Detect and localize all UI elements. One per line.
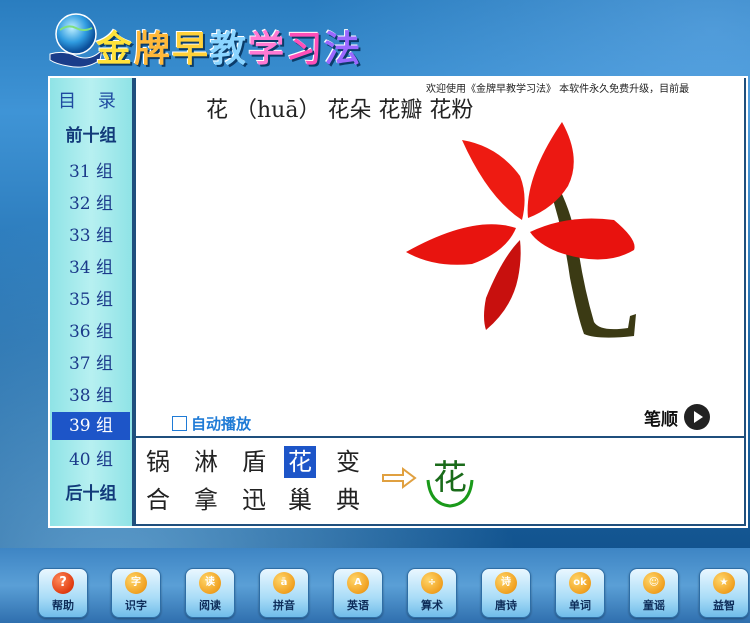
char-item[interactable]: 淋 <box>190 446 222 478</box>
title-char: 教 <box>210 29 249 70</box>
sidebar-item-group-35[interactable]: 35 组 <box>52 286 130 314</box>
arithmetic-label: 算术 <box>421 599 443 612</box>
char-item[interactable]: 巢 <box>284 484 316 516</box>
help-label: 帮助 <box>52 599 74 612</box>
reading-button[interactable]: 读 阅读 <box>185 568 235 618</box>
tang-poems-label: 唐诗 <box>495 599 517 612</box>
puzzle-button[interactable]: ★ 益智 <box>699 568 749 618</box>
sidebar-item-group-39[interactable]: 39 组 <box>52 412 130 440</box>
puzzle-icon: ★ <box>713 572 735 594</box>
char-item-selected[interactable]: 花 <box>284 446 316 478</box>
prev-group-button[interactable]: 前十组 <box>52 122 130 150</box>
next-group-button[interactable]: 后十组 <box>52 480 130 508</box>
flower-illustration <box>406 122 636 338</box>
english-label: 英语 <box>347 599 369 612</box>
autoplay-checkbox[interactable] <box>172 416 187 431</box>
tang-poems-button[interactable]: 诗 唐诗 <box>481 568 531 618</box>
stroke-order-label: 笔顺 <box>644 409 678 430</box>
help-icon: ? <box>52 572 74 594</box>
title-char: 习 <box>286 29 325 70</box>
welcome-marquee: 欢迎使用《金牌早教学习法》 本软件永久免费升级，目前最 <box>426 84 690 95</box>
tang-poems-icon: 诗 <box>495 572 517 594</box>
words-button[interactable]: ok 单词 <box>555 568 605 618</box>
english-icon: A <box>347 572 369 594</box>
sidebar-item-group-31[interactable]: 31 组 <box>52 158 130 186</box>
words-label: 单词 <box>569 599 591 612</box>
pinyin-button[interactable]: ā 拼音 <box>259 568 309 618</box>
char-item[interactable]: 变 <box>332 446 364 478</box>
nursery-rhymes-label: 童谣 <box>643 599 665 612</box>
sidebar-item-group-33[interactable]: 33 组 <box>52 222 130 250</box>
content-panel: 欢迎使用《金牌早教学习法》 本软件永久免费升级，目前最 花 （huā） 花朵 花… <box>136 78 744 436</box>
sidebar: 目 录 前十组 31 组 32 组 33 组 34 组 35 组 36 组 37… <box>50 78 132 526</box>
help-button[interactable]: ? 帮助 <box>38 568 88 618</box>
arithmetic-icon: ÷ <box>421 572 443 594</box>
nursery-rhymes-icon: ☺ <box>643 572 665 594</box>
reading-label: 阅读 <box>199 599 221 612</box>
char-item[interactable]: 拿 <box>190 484 222 516</box>
puzzle-label: 益智 <box>713 599 735 612</box>
sidebar-item-group-32[interactable]: 32 组 <box>52 190 130 218</box>
sidebar-item-group-40[interactable]: 40 组 <box>52 446 130 474</box>
sidebar-title: 目 录 <box>58 91 124 112</box>
autoplay-toggle[interactable]: 自动播放 <box>172 413 251 434</box>
char-item: 典 <box>336 486 360 514</box>
char-item[interactable]: 锅 <box>142 446 174 478</box>
autoplay-label: 自动播放 <box>191 415 252 433</box>
title-char: 学 <box>248 29 287 70</box>
sidebar-item-group-34[interactable]: 34 组 <box>52 254 130 282</box>
literacy-button[interactable]: 字 识字 <box>111 568 161 618</box>
char-item[interactable]: 盾 <box>238 446 270 478</box>
smile-arc-icon <box>426 479 474 508</box>
title-char: 法 <box>324 29 363 70</box>
sidebar-item-group-36[interactable]: 36 组 <box>52 318 130 346</box>
play-icon[interactable] <box>684 404 710 430</box>
right-arrow-icon <box>382 467 417 489</box>
bottom-toolbar: ? 帮助 字 识字 读 阅读 ā 拼音 A 英语 ÷ 算术 诗 唐诗 ok 单词… <box>0 548 750 623</box>
words-icon: ok <box>569 572 591 594</box>
char-item[interactable]: 迅 <box>238 484 270 516</box>
pinyin-icon: ā <box>273 572 295 594</box>
title-char: 金 <box>96 29 135 70</box>
sidebar-item-group-38[interactable]: 38 组 <box>52 382 130 410</box>
current-character-display: 花 <box>422 450 478 510</box>
title-char: 牌 <box>134 29 173 70</box>
english-button[interactable]: A 英语 <box>333 568 383 618</box>
reading-icon: 读 <box>199 572 221 594</box>
stroke-order-button[interactable]: 笔顺 <box>644 404 710 430</box>
sidebar-item-group-37[interactable]: 37 组 <box>52 350 130 378</box>
pinyin-label: 拼音 <box>273 599 295 612</box>
title-char: 早 <box>172 29 211 70</box>
literacy-icon: 字 <box>125 572 147 594</box>
nursery-rhymes-button[interactable]: ☺ 童谣 <box>629 568 679 618</box>
arithmetic-button[interactable]: ÷ 算术 <box>407 568 457 618</box>
char-item[interactable]: 合 <box>142 484 174 516</box>
app-title: 金牌早教学习法 <box>96 20 362 72</box>
literacy-label: 识字 <box>125 599 147 612</box>
character-grid: 锅 淋 盾 花 变 合 拿 迅 巢 典 花 <box>136 438 744 524</box>
